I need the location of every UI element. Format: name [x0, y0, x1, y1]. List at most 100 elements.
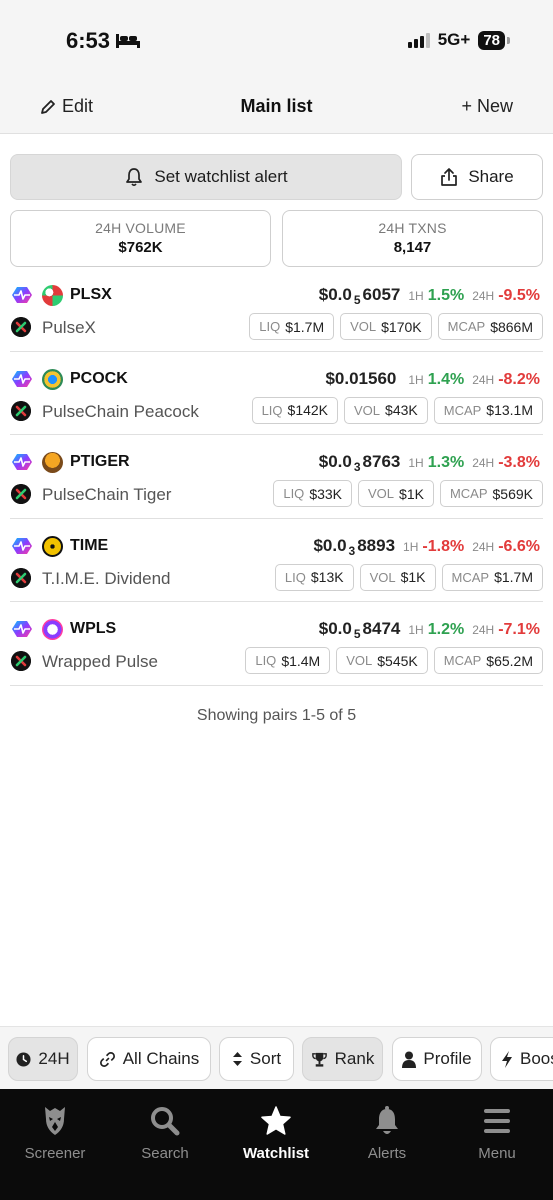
pulsex-dex-icon: [11, 400, 31, 421]
tiger-icon: [42, 452, 63, 473]
token-name: T.I.M.E. Dividend: [42, 568, 171, 588]
clock-icon: [16, 1051, 31, 1067]
rank-label: Rank: [334, 1049, 375, 1068]
pulsex-dex-icon: [11, 567, 31, 588]
h24-label: 24H: [472, 372, 495, 387]
txns-label: 24H TXNS: [378, 220, 447, 236]
rank-button[interactable]: Rank: [302, 1037, 383, 1081]
share-icon: [441, 168, 458, 186]
chains-label: All Chains: [122, 1049, 200, 1068]
mcap-metric: MCAP $13.1M: [433, 396, 543, 424]
pair-metrics: LIQ $142K VOL $43K MCAP $13.1M: [251, 396, 543, 424]
liquidity-metric: LIQ $33K: [273, 480, 353, 507]
star-icon: [261, 1106, 291, 1135]
token-symbol: PCOCK: [70, 369, 128, 387]
h1-change: 1.3%: [427, 454, 465, 471]
h24-label: 24H: [472, 623, 495, 637]
h1-label: 1H: [408, 623, 424, 637]
mcap-metric: MCAP $866M: [437, 313, 543, 340]
h24-change: -9.5%: [498, 287, 540, 304]
tab-screener[interactable]: Screener: [0, 1105, 110, 1162]
status-indicators: 5G+ 78: [407, 30, 510, 50]
liquidity-metric: LIQ $142K: [251, 396, 339, 424]
sort-label: Sort: [249, 1049, 282, 1068]
lightning-icon: [502, 1050, 512, 1068]
pair-metrics: LIQ $1.4M VOL $545K MCAP $65.2M: [245, 647, 543, 674]
bell-icon: [126, 168, 143, 187]
token-symbol: TIME: [70, 536, 109, 554]
wrapped-pulse-icon: [42, 619, 63, 640]
token-name: PulseX: [42, 318, 96, 337]
pair-row[interactable]: PCOCK PulseChain Peacock $0.01560 1H 1.4…: [10, 352, 543, 435]
hamburger-icon: [484, 1109, 510, 1133]
clock-icon: [42, 535, 63, 557]
edit-button[interactable]: Edit: [40, 96, 93, 117]
mcap-metric: MCAP $1.7M: [441, 563, 543, 591]
pair-row[interactable]: TIME T.I.M.E. Dividend $0.0 3 8893 1H -1.8…: [10, 519, 543, 602]
pair-row[interactable]: WPLS Wrapped Pulse $0.0 5 8474 1H 1.2% 24H…: [10, 602, 543, 686]
search-icon: [151, 1107, 180, 1136]
sort-button[interactable]: Sort: [219, 1037, 294, 1081]
pulsex-dex-icon: [11, 651, 31, 671]
pulsechain-icon: [12, 537, 32, 554]
pair-row[interactable]: PLSX PulseX $0.0 5 6057 1H 1.5% 24H -9.5% …: [10, 268, 543, 352]
person-icon: [402, 1051, 417, 1068]
tab-watchlist[interactable]: Watchlist: [221, 1105, 331, 1162]
h1-change: 1.5%: [427, 287, 465, 304]
timeframe-label: 24H: [38, 1049, 70, 1068]
tab-alerts-label: Alerts: [367, 1145, 407, 1162]
chains-filter[interactable]: All Chains: [87, 1037, 211, 1081]
tab-alerts[interactable]: Alerts: [332, 1105, 442, 1162]
pair-metrics: LIQ $1.7M VOL $170K MCAP $866M: [249, 313, 543, 340]
token-name: PulseChain Tiger: [42, 485, 172, 504]
pulsechain-icon: [12, 621, 32, 637]
pulsex-dex-icon: [11, 484, 31, 504]
pulsex-icon: [42, 285, 63, 306]
tab-search[interactable]: Search: [110, 1105, 220, 1162]
status-time: 6:53: [66, 28, 141, 54]
pulsechain-icon: [12, 370, 32, 387]
h24-label: 24H: [472, 289, 495, 303]
share-button[interactable]: Share: [411, 154, 543, 200]
timeframe-filter[interactable]: 24H: [8, 1037, 78, 1081]
token-price: $0.0 3 8893: [313, 535, 396, 558]
pair-row[interactable]: PTIGER PulseChain Tiger $0.0 3 8763 1H 1.3…: [10, 435, 543, 519]
h1-label: 1H: [408, 372, 424, 387]
tab-search-label: Search: [141, 1145, 189, 1162]
pair-metrics: LIQ $13K VOL $1K MCAP $1.7M: [274, 563, 543, 591]
h24-label: 24H: [472, 539, 495, 554]
volume-metric: VOL $170K: [340, 313, 432, 340]
tab-screener-label: Screener: [24, 1145, 86, 1162]
price-line: $0.0 5 8474 1H 1.2% 24H -7.1%: [319, 619, 540, 641]
tab-menu-label: Menu: [478, 1145, 516, 1162]
h1-label: 1H: [408, 289, 424, 303]
h24-change: -8.2%: [498, 370, 540, 388]
profile-button[interactable]: Profile: [392, 1037, 482, 1081]
tab-menu[interactable]: Menu: [442, 1105, 552, 1162]
h1-label: 1H: [403, 539, 419, 554]
eagle-icon: [45, 1107, 65, 1135]
liquidity-metric: LIQ $1.7M: [249, 313, 335, 340]
mcap-metric: MCAP $65.2M: [433, 647, 543, 674]
h1-label: 1H: [408, 456, 424, 470]
h24-change: -6.6%: [498, 537, 540, 555]
new-list-button[interactable]: + New: [461, 96, 513, 117]
pulsex-dex-icon: [11, 317, 31, 337]
status-bar: 6:53 5G+ 78: [0, 0, 553, 80]
h1-change: 1.2%: [427, 621, 465, 638]
share-label: Share: [468, 167, 514, 186]
price-line: $0.0 5 6057 1H 1.5% 24H -9.5%: [319, 285, 540, 307]
volume-metric: VOL $1K: [359, 563, 436, 591]
h24-change: -7.1%: [498, 621, 540, 638]
token-price: $0.01560: [325, 368, 397, 388]
mcap-metric: MCAP $569K: [439, 480, 543, 507]
token-name: PulseChain Peacock: [42, 401, 199, 421]
set-watchlist-alert-button[interactable]: Set watchlist alert: [10, 154, 402, 200]
txns-value: 8,147: [393, 239, 432, 256]
token-symbol: PTIGER: [70, 453, 130, 470]
pair-metrics: LIQ $33K VOL $1K MCAP $569K: [273, 480, 543, 507]
network-type: 5G+: [437, 30, 471, 49]
bed-icon: [116, 34, 141, 48]
boost-button[interactable]: Boos: [490, 1037, 553, 1081]
signal-icon: [407, 32, 430, 48]
